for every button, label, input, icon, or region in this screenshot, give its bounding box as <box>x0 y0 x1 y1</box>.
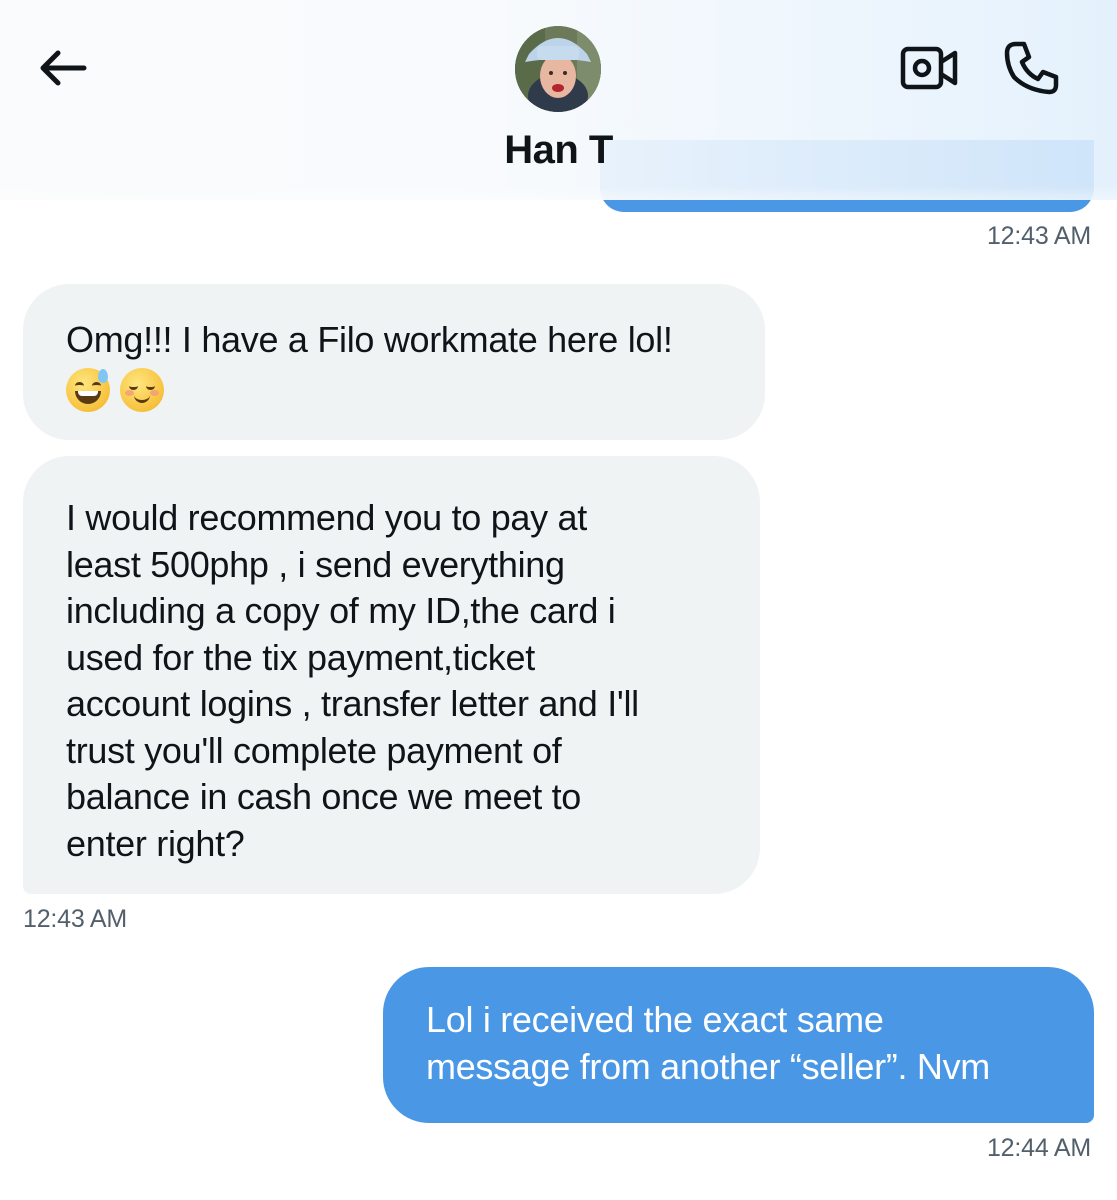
message-text-line: including a copy of my ID,the card i <box>66 590 616 631</box>
message-text-line: balance in cash once we meet to <box>66 776 582 817</box>
video-call-button[interactable] <box>896 38 962 98</box>
sent-message-bubble[interactable]: Lol i received the exact same message fr… <box>383 967 1094 1123</box>
received-message-bubble[interactable]: I would recommend you to pay at least 50… <box>23 456 760 894</box>
dm-conversation-screen: 12:43 AM Omg!!! I have a Filo workmate h… <box>0 0 1117 1200</box>
message-timestamp: 12:43 AM <box>23 905 128 933</box>
message-text-line: account logins , transfer letter and I'l… <box>66 683 639 724</box>
message-text-line: I would recommend you to pay at <box>66 497 587 538</box>
message-text: Omg!!! I have a Filo workmate here lol! <box>66 319 673 360</box>
voice-call-button[interactable] <box>998 36 1064 100</box>
message-timestamp: 12:44 AM <box>986 1134 1091 1162</box>
avatar[interactable] <box>515 26 601 112</box>
received-message-bubble[interactable]: Omg!!! I have a Filo workmate here lol! <box>23 284 765 440</box>
video-camera-icon <box>900 46 958 90</box>
message-text-line: trust you'll complete payment of <box>66 729 562 771</box>
message-text-line: enter right? <box>66 822 245 864</box>
message-text-line: used for the tix payment,ticket <box>66 636 535 678</box>
message-text-line: message from another “seller”. Nvm <box>426 1045 990 1087</box>
message-text-line: Lol i received the exact same <box>426 999 884 1040</box>
message-text-line: least 500php , i send everything <box>66 543 565 585</box>
grinning-face-with-sweat-emoji-icon <box>66 367 110 412</box>
smiling-face-emoji-icon <box>120 367 164 412</box>
emoji-row <box>66 367 745 412</box>
contact-name[interactable]: Han T <box>0 128 1117 173</box>
phone-icon <box>1004 41 1059 95</box>
contact-photo <box>515 26 601 112</box>
back-button[interactable] <box>32 38 92 98</box>
arrow-left-icon <box>40 50 87 86</box>
conversation-header: Han T <box>0 0 1117 200</box>
message-timestamp: 12:43 AM <box>986 222 1091 250</box>
